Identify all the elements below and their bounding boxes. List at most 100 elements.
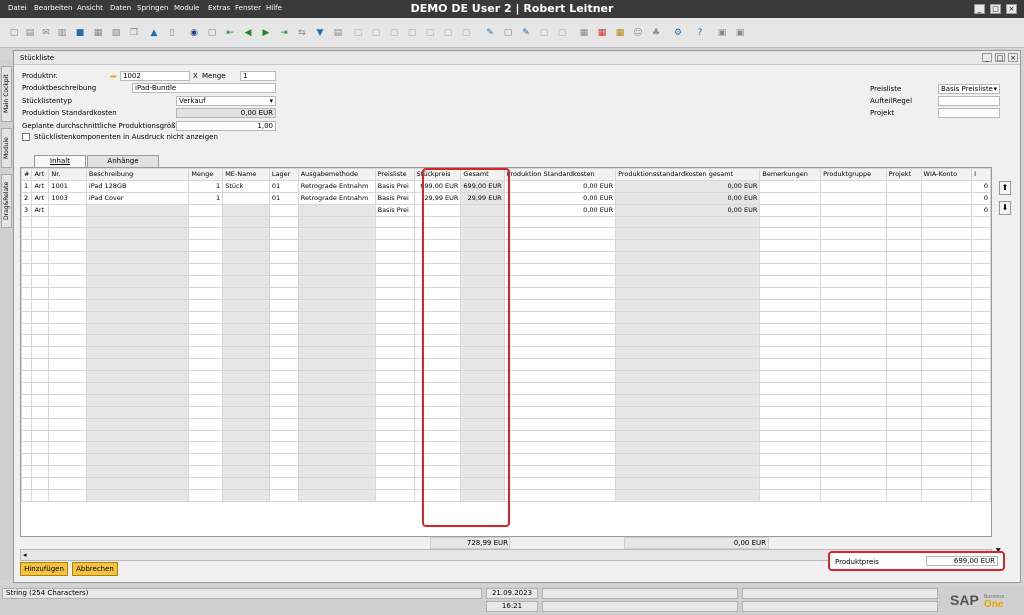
table-cell[interactable]	[374, 346, 415, 360]
table-cell[interactable]	[31, 227, 50, 241]
table-cell[interactable]	[971, 215, 991, 229]
table-cell[interactable]	[615, 251, 761, 265]
table-cell[interactable]	[188, 465, 224, 479]
table-cell[interactable]	[971, 429, 991, 443]
table-cell[interactable]: Art	[31, 179, 50, 193]
abbrechen-button[interactable]: Abbrechen	[72, 562, 118, 576]
table-cell[interactable]	[21, 429, 33, 443]
table-cell[interactable]	[188, 263, 224, 277]
table-cell[interactable]	[268, 429, 299, 443]
table-cell[interactable]	[85, 298, 190, 312]
table-cell[interactable]	[503, 239, 617, 253]
table-cell[interactable]	[820, 179, 887, 193]
table-cell[interactable]	[31, 477, 50, 491]
table-cell[interactable]: 0,00 EUR	[503, 191, 617, 205]
table-cell[interactable]	[820, 334, 887, 348]
table-cell[interactable]	[188, 239, 224, 253]
table-cell[interactable]	[759, 358, 822, 372]
table-cell[interactable]	[759, 310, 822, 324]
table-cell[interactable]	[85, 489, 190, 502]
table-cell[interactable]	[885, 215, 922, 229]
table-cell[interactable]	[31, 382, 50, 395]
table-cell[interactable]	[297, 405, 376, 419]
table-cell[interactable]: 0,00 EUR	[615, 179, 761, 193]
table-cell[interactable]	[374, 334, 415, 348]
table-cell[interactable]	[85, 310, 190, 324]
table-cell[interactable]	[222, 334, 270, 348]
col-header[interactable]: Lager	[268, 168, 299, 181]
table-cell[interactable]	[374, 251, 415, 265]
table-cell[interactable]	[297, 203, 376, 217]
table-cell[interactable]	[971, 322, 991, 336]
table-cell[interactable]	[759, 489, 822, 502]
table-cell[interactable]	[920, 191, 973, 205]
table-cell[interactable]	[85, 334, 190, 348]
table-cell[interactable]	[885, 227, 922, 241]
table-cell[interactable]	[188, 393, 224, 407]
table-cell[interactable]	[222, 191, 270, 205]
doc-check-icon[interactable]: ▢	[424, 27, 436, 39]
table-cell[interactable]	[820, 263, 887, 277]
table-cell[interactable]	[615, 370, 761, 384]
table-cell[interactable]	[48, 441, 87, 455]
col-header[interactable]: Nr.	[48, 168, 87, 181]
copy-icon[interactable]: ❐	[128, 27, 140, 39]
table-cell[interactable]	[374, 489, 415, 502]
last-record-icon[interactable]: ⇥	[278, 27, 290, 39]
table-cell[interactable]	[503, 465, 617, 479]
table-cell[interactable]	[885, 358, 922, 372]
col-header[interactable]: Ausgabemethode	[297, 168, 376, 181]
table-cell[interactable]	[21, 405, 33, 419]
table-cell[interactable]	[85, 370, 190, 384]
produktpreis-field[interactable]: 699,00 EUR	[926, 556, 998, 566]
table-cell[interactable]	[188, 382, 224, 395]
table-cell[interactable]	[85, 358, 190, 372]
table-cell[interactable]	[48, 298, 87, 312]
table-cell[interactable]	[920, 370, 973, 384]
minimize-button[interactable]: _	[974, 4, 985, 14]
table-cell[interactable]: 1003	[48, 191, 87, 205]
table-cell[interactable]	[615, 405, 761, 419]
table-cell[interactable]	[48, 239, 87, 253]
produktbeschreibung-field[interactable]: iPad-Bundle	[132, 83, 276, 93]
table-cell[interactable]	[615, 215, 761, 229]
table-cell[interactable]	[920, 405, 973, 419]
table-cell[interactable]	[21, 346, 33, 360]
table-cell[interactable]	[503, 346, 617, 360]
table-cell[interactable]	[31, 251, 50, 265]
table-cell[interactable]	[885, 191, 922, 205]
table-cell[interactable]	[503, 370, 617, 384]
table-cell[interactable]	[21, 251, 33, 265]
table-cell[interactable]	[21, 489, 33, 502]
table-cell[interactable]	[374, 441, 415, 455]
annotate-icon[interactable]: ✎	[520, 27, 532, 39]
chat-icon[interactable]: ▢	[556, 27, 568, 39]
table-cell[interactable]	[920, 239, 973, 253]
table-cell[interactable]	[759, 179, 822, 193]
table-cell[interactable]	[31, 358, 50, 372]
table-cell[interactable]	[759, 334, 822, 348]
table-cell[interactable]	[21, 263, 33, 277]
table-cell[interactable]	[188, 215, 224, 229]
table-cell[interactable]	[885, 429, 922, 443]
table-cell[interactable]	[615, 465, 761, 479]
table-cell[interactable]	[759, 215, 822, 229]
table-cell[interactable]	[21, 417, 33, 431]
table-cell[interactable]	[222, 298, 270, 312]
table-cell[interactable]	[222, 227, 270, 241]
table-cell[interactable]	[48, 334, 87, 348]
table-cell[interactable]	[920, 382, 973, 395]
table-cell[interactable]	[188, 322, 224, 336]
table-cell[interactable]	[503, 275, 617, 288]
table-cell[interactable]	[31, 393, 50, 407]
table-cell[interactable]	[21, 215, 33, 229]
table-cell[interactable]	[885, 251, 922, 265]
table-cell[interactable]	[268, 263, 299, 277]
hide-components-checkbox[interactable]	[22, 133, 30, 141]
move-row-down-icon[interactable]: ⬇	[999, 201, 1011, 215]
table-cell[interactable]: 0,00 EUR	[615, 203, 761, 217]
user-icon[interactable]: ☺	[632, 27, 644, 39]
table-cell[interactable]	[920, 275, 973, 288]
table-cell[interactable]	[31, 489, 50, 502]
table-cell[interactable]	[374, 453, 415, 467]
